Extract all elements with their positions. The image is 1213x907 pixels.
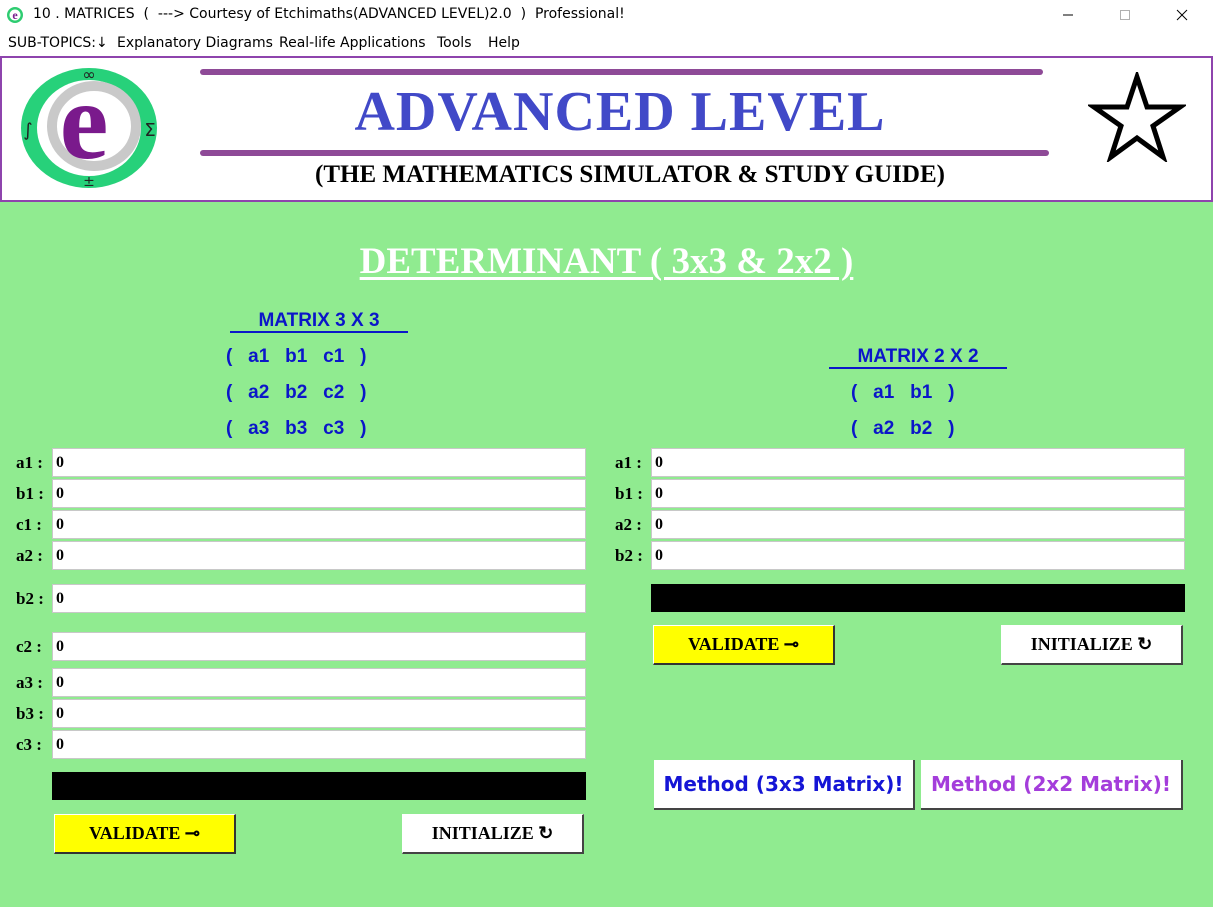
sigma-icon: Σ: [144, 120, 155, 141]
etchimaths-logo: e ∞ ∫ Σ ±: [21, 66, 157, 190]
star-icon[interactable]: [1088, 72, 1186, 162]
maximize-button[interactable]: [1096, 0, 1154, 30]
matrix3-validate-button[interactable]: VALIDATE ⊸: [54, 814, 236, 854]
matrix3-row-1: ( a1 b1 c1 ): [226, 346, 367, 367]
matrix2-result-display: [651, 584, 1185, 612]
svg-text:e: e: [12, 8, 18, 22]
matrix2-input-b1[interactable]: 0: [651, 479, 1185, 508]
title-bar: e 10 . MATRICES ( ---> Courtesy of Etchi…: [0, 0, 1213, 30]
method-3x3-button[interactable]: Method (3x3 Matrix)!: [654, 760, 915, 810]
menu-sub-topics[interactable]: SUB-TOPICS:↓: [8, 35, 108, 51]
app-logo-icon: e: [7, 7, 23, 23]
matrix2-heading: MATRIX 2 X 2: [857, 346, 979, 367]
minimize-button[interactable]: [1039, 0, 1097, 30]
matrix3-heading-underline: [230, 331, 408, 333]
matrix3-label-a2: a2 :: [16, 546, 43, 565]
matrix3-label-b1: b1 :: [16, 484, 44, 503]
menu-tools[interactable]: Tools: [437, 35, 472, 51]
matrix3-input-c2[interactable]: 0: [52, 632, 586, 661]
integral-icon: ∫: [23, 120, 32, 141]
matrix3-input-b3[interactable]: 0: [52, 699, 586, 728]
matrix3-label-c2: c2 :: [16, 637, 42, 656]
banner-rule-bottom: [200, 150, 1049, 156]
page-title: DETERMINANT ( 3x3 & 2x2 ): [359, 241, 854, 282]
matrix2-input-a2[interactable]: 0: [651, 510, 1185, 539]
matrix3-label-c1: c1 :: [16, 515, 42, 534]
minimize-icon: [1063, 14, 1073, 16]
method-2x2-button[interactable]: Method (2x2 Matrix)!: [921, 760, 1183, 810]
matrix3-input-c3[interactable]: 0: [52, 730, 586, 759]
matrix3-input-a3[interactable]: 0: [52, 668, 586, 697]
matrix2-validate-button[interactable]: VALIDATE ⊸: [653, 625, 835, 665]
matrix2-heading-underline: [829, 367, 1007, 369]
matrix3-label-c3: c3 :: [16, 735, 42, 754]
matrix3-label-a3: a3 :: [16, 673, 43, 692]
matrix3-heading: MATRIX 3 X 3: [258, 310, 380, 331]
matrix3-input-a1[interactable]: 0: [52, 448, 586, 477]
maximize-icon: [1120, 10, 1130, 20]
matrix3-label-a1: a1 :: [16, 453, 43, 472]
matrix3-result-display: [52, 772, 586, 800]
matrix3-input-b2[interactable]: 0: [52, 584, 586, 613]
matrix2-label-b1: b1 :: [615, 484, 643, 503]
menu-bar: SUB-TOPICS:↓ Explanatory Diagrams Real-l…: [0, 30, 1213, 56]
menu-real-life-applications[interactable]: Real-life Applications: [279, 35, 426, 51]
matrix2-input-b2[interactable]: 0: [651, 541, 1185, 570]
menu-help[interactable]: Help: [488, 35, 520, 51]
matrix3-label-b3: b3 :: [16, 704, 44, 723]
banner-subtitle: (THE MATHEMATICS SIMULATOR & STUDY GUIDE…: [315, 161, 945, 188]
matrix3-row-3: ( a3 b3 c3 ): [226, 418, 367, 439]
close-button[interactable]: [1153, 0, 1211, 30]
matrix3-input-a2[interactable]: 0: [52, 541, 586, 570]
banner-title: ADVANCED LEVEL: [354, 81, 886, 143]
banner: e ∞ ∫ Σ ± ADVANCED LEVEL (THE MATHEMATIC…: [0, 56, 1213, 202]
infinity-icon: ∞: [82, 66, 95, 84]
banner-rule-top: [200, 69, 1043, 75]
matrix2-label-b2: b2 :: [615, 546, 643, 565]
window-title: 10 . MATRICES ( ---> Courtesy of Etchima…: [33, 6, 625, 22]
menu-explanatory-diagrams[interactable]: Explanatory Diagrams: [117, 35, 273, 51]
matrix3-row-2: ( a2 b2 c2 ): [226, 382, 367, 403]
matrix2-row-2: ( a2 b2 ): [851, 418, 955, 439]
matrix2-label-a2: a2 :: [615, 515, 642, 534]
matrix2-row-1: ( a1 b1 ): [851, 382, 955, 403]
matrix3-input-c1[interactable]: 0: [52, 510, 586, 539]
matrix3-initialize-button[interactable]: INITIALIZE ↻: [402, 814, 584, 854]
close-icon: [1176, 9, 1188, 21]
plus-minus-icon: ±: [83, 174, 95, 190]
matrix2-label-a1: a1 :: [615, 453, 642, 472]
matrix2-initialize-button[interactable]: INITIALIZE ↻: [1001, 625, 1183, 665]
matrix2-input-a1[interactable]: 0: [651, 448, 1185, 477]
matrix3-label-b2: b2 :: [16, 589, 44, 608]
matrix3-input-b1[interactable]: 0: [52, 479, 586, 508]
main-panel: DETERMINANT ( 3x3 & 2x2 ) MATRIX 3 X 3 (…: [0, 202, 1213, 907]
